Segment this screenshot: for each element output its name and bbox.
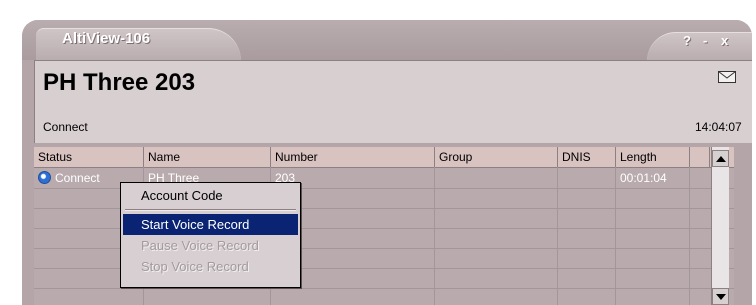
close-button[interactable]: x [721,33,728,48]
menu-item-start-voice-record[interactable]: Start Voice Record [123,214,298,235]
status-text: Connect [55,171,100,185]
contact-name: PH Three 203 [43,69,196,96]
dnis-cell [558,168,616,188]
group-cell [435,168,558,188]
menu-item-pause-voice-record: Pause Voice Record [141,238,259,253]
mail-icon[interactable] [718,71,736,83]
column-header-dnis[interactable]: DNIS [558,147,616,167]
arrow-down-icon [716,294,726,300]
length-cell: 00:01:04 [620,171,667,185]
vertical-scrollbar[interactable] [711,147,729,305]
column-header-status[interactable]: Status [34,147,144,167]
clock-time: 14:04:07 [695,120,742,134]
column-header-blank [690,147,710,167]
minimize-button[interactable]: - [703,33,707,48]
menu-item-stop-voice-record: Stop Voice Record [141,259,249,274]
help-button[interactable]: ? [683,33,691,48]
call-state-label: Connect [43,120,88,134]
table-row [34,288,734,305]
menu-item-account-code[interactable]: Account Code [123,185,298,206]
call-header-panel: PH Three 203 Connect 14:04:07 [34,60,752,143]
table-header: Status Name Number Group DNIS Length [34,147,734,168]
scroll-down-button[interactable] [712,288,729,305]
window-controls-tab [647,32,752,61]
window-title: AltiView-106 [62,30,151,47]
column-header-name[interactable]: Name [144,147,271,167]
context-menu: Account Code Start Voice Record Pause Vo… [120,182,301,288]
title-bar: AltiView-106 ? - x [22,20,752,61]
column-header-number[interactable]: Number [271,147,435,167]
scroll-up-button[interactable] [712,150,729,167]
connect-status-icon [38,171,51,184]
arrow-up-icon [716,156,726,162]
column-header-length[interactable]: Length [616,147,690,167]
column-header-group[interactable]: Group [435,147,558,167]
menu-separator [125,209,296,211]
